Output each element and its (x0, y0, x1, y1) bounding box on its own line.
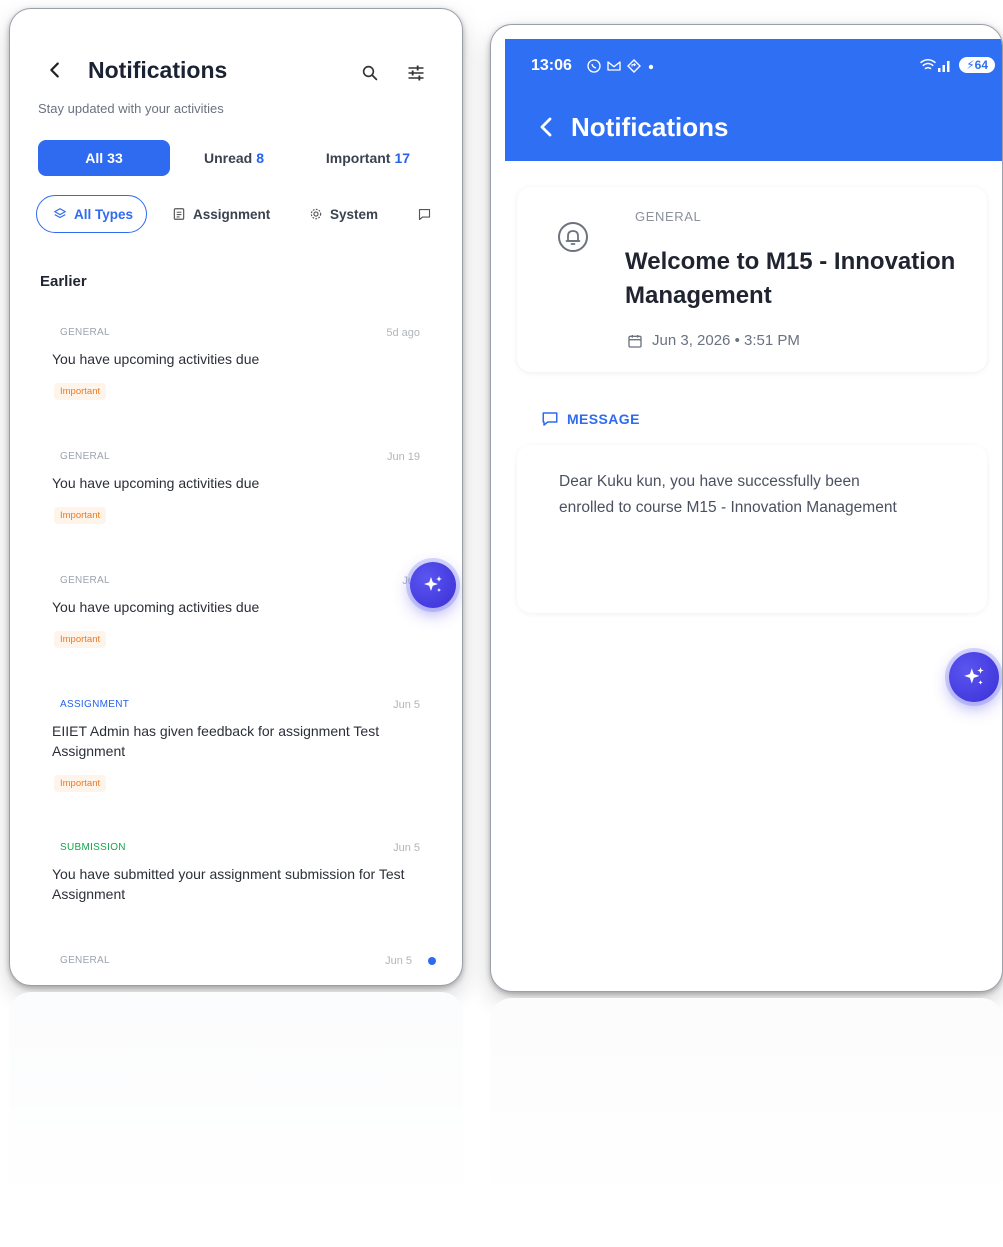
notification-type: SUBMISSION (60, 842, 126, 853)
right-screen-reflection (490, 998, 1003, 1247)
sparkle-icon (964, 667, 984, 685)
search-icon (362, 65, 378, 81)
datetime-text: Jun 3, 2026 • 3:51 PM (652, 332, 800, 349)
calendar-icon (628, 334, 642, 348)
back-button[interactable] (42, 59, 68, 85)
notification-detail-screen: 13:06 ⚡64 Notifications GENERAL Welcome … (490, 24, 1003, 992)
ai-assistant-button[interactable] (410, 562, 456, 608)
page-title: Notifications (571, 112, 729, 142)
whatsapp-icon (587, 59, 601, 73)
tab-label: All (85, 150, 104, 166)
notification-item[interactable]: ASSIGNMENT Jun 5 EIIET Admin has given f… (38, 699, 438, 809)
message-card: Dear Kuku kun, you have successfully bee… (517, 445, 987, 613)
reflection-fade (490, 998, 1003, 1247)
message-body: Dear Kuku kun, you have successfully bee… (559, 473, 897, 516)
chevron-left-icon (540, 117, 552, 137)
status-system-icons: ⚡64 (919, 57, 995, 73)
chevron-left-icon (50, 62, 59, 78)
bell-icon-wrap (557, 221, 589, 258)
notification-title: You have upcoming activities due (52, 599, 260, 615)
clipboard-icon (173, 208, 185, 220)
tab-label: Unread (203, 150, 253, 166)
chat-icon (542, 412, 558, 426)
ai-assistant-button[interactable] (949, 652, 999, 702)
list-header: Notifications Stay updated with your act… (10, 9, 462, 139)
maps-icon (626, 59, 641, 73)
status-time: 13:06 (531, 57, 572, 74)
bell-icon (558, 222, 588, 252)
search-button[interactable] (358, 61, 382, 85)
notification-title: You have submitted your assignment submi… (52, 866, 405, 902)
chip-all-types[interactable]: All Types (36, 195, 147, 233)
notification-type: GENERAL (60, 955, 110, 966)
tab-count: 8 (256, 150, 265, 166)
section-label-earlier: Earlier (40, 273, 87, 290)
notification-title: You have upcoming activities due (52, 351, 260, 367)
important-badge: Important (54, 775, 107, 792)
notification-item[interactable]: SUBMISSION Jun 5 You have submitted your… (38, 842, 438, 922)
notification-type: GENERAL (60, 327, 110, 338)
signal-icon (938, 61, 950, 72)
notification-title: EIIET Admin has given feedback for assig… (52, 723, 380, 759)
important-badge: Important (54, 631, 107, 648)
tab-count: 17 (394, 150, 411, 166)
app-bar: 13:06 ⚡64 Notifications (505, 39, 1002, 161)
chip-label: System (330, 206, 379, 222)
notification-item[interactable]: GENERAL Jun 5 (38, 955, 438, 985)
sliders-icon (408, 65, 424, 81)
layers-icon (54, 208, 66, 219)
chat-icon (418, 208, 431, 220)
notification-date: Jun 5 (393, 842, 420, 854)
notification-datetime: Jun 3, 2026 • 3:51 PM (627, 332, 800, 349)
tab-count: 33 (107, 150, 123, 166)
notification-date: Jun 5 (393, 699, 420, 711)
notification-heading: Welcome to M15 - Innovation Management (625, 248, 956, 309)
notification-title: You have upcoming activities due (52, 475, 260, 491)
notification-type: GENERAL (60, 575, 110, 586)
left-screen-reflection (9, 992, 463, 1247)
chip-label: All Types (74, 206, 134, 222)
back-button[interactable] (535, 113, 557, 148)
tab-unread[interactable]: Unread 8 (198, 140, 270, 176)
notification-date: Jun 5 (385, 955, 412, 967)
notification-date: Jun 19 (386, 451, 420, 463)
chip-message[interactable] (417, 195, 439, 233)
notification-item[interactable]: GENERAL Jun You have upcoming activities… (38, 575, 438, 665)
wifi-icon (920, 59, 937, 70)
notification-dot-icon (648, 64, 653, 70)
status-app-icons (586, 58, 656, 77)
filter-button[interactable] (404, 61, 428, 85)
type-filter-chips: All Types Assignment System (36, 195, 456, 235)
tab-label: Important (325, 150, 391, 166)
important-badge: Important (54, 383, 107, 400)
notification-item[interactable]: GENERAL 5d ago You have upcoming activit… (38, 327, 438, 417)
notifications-list-screen: Notifications Stay updated with your act… (9, 8, 463, 986)
chip-system[interactable]: System (309, 195, 378, 233)
notification-type: GENERAL (635, 209, 702, 224)
notification-date: 5d ago (386, 327, 420, 339)
gear-icon (310, 208, 322, 220)
sparkle-icon (424, 576, 442, 592)
tab-all[interactable]: All 33 (38, 140, 170, 176)
chip-label: Assignment (193, 206, 271, 222)
notification-type: ASSIGNMENT (60, 699, 130, 710)
gmail-icon (607, 61, 621, 71)
important-badge: Important (54, 507, 107, 524)
unread-dot (428, 957, 436, 965)
battery-indicator: ⚡64 (959, 57, 995, 73)
status-bar: 13:06 ⚡64 (531, 57, 1001, 79)
notification-detail-card: GENERAL Welcome to M15 - Innovation Mana… (517, 187, 987, 372)
reflection-fade (9, 992, 463, 1247)
tab-bar: All 33 Unread 8 Important 17 (38, 140, 438, 176)
message-label-text: MESSAGE (567, 411, 640, 427)
tab-important[interactable]: Important 17 (320, 140, 416, 176)
page-subtitle: Stay updated with your activities (38, 101, 224, 116)
notification-type: GENERAL (60, 451, 110, 462)
chip-assignment[interactable]: Assignment (172, 195, 270, 233)
message-section-label: MESSAGE (541, 410, 640, 428)
notification-item[interactable]: GENERAL Jun 19 You have upcoming activit… (38, 451, 438, 541)
battery-level: 64 (974, 58, 988, 72)
page-title: Notifications (88, 57, 228, 83)
